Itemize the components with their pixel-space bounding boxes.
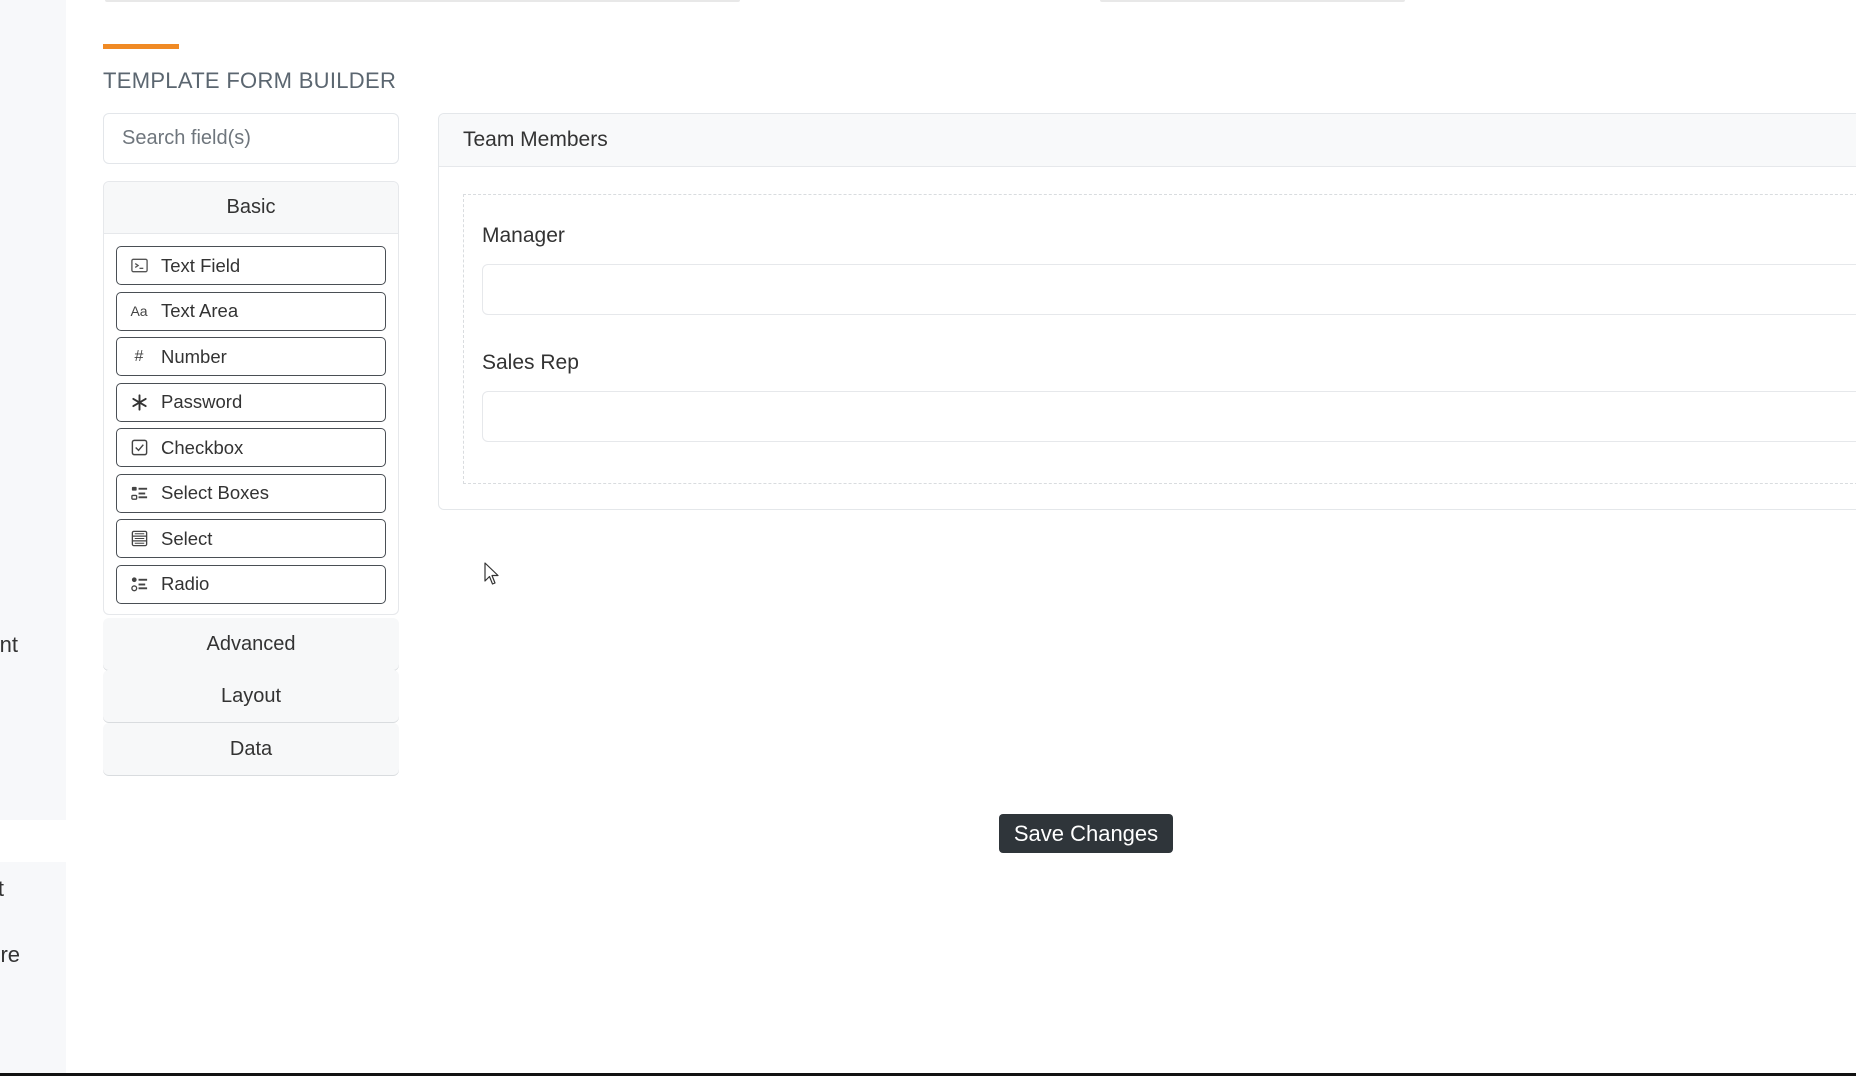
component-select-boxes[interactable]: Select Boxes xyxy=(116,473,386,513)
mouse-cursor-icon xyxy=(484,562,499,585)
component-label: Text Field xyxy=(161,254,241,276)
component-number[interactable]: # Number xyxy=(116,337,386,376)
component-text-area[interactable]: Aa Text Area xyxy=(116,291,386,331)
component-password[interactable]: Password xyxy=(116,382,386,422)
top-divider xyxy=(105,0,740,2)
terminal-icon xyxy=(129,256,149,276)
component-label: Radio xyxy=(161,573,210,594)
left-panel-fragment: t re! xyxy=(0,862,66,1076)
component-label: Password xyxy=(161,391,243,412)
component-label: Checkbox xyxy=(161,436,244,458)
left-sidebar-fragment: nt xyxy=(0,0,66,820)
component-radio[interactable]: Radio xyxy=(116,564,386,604)
form-panel-team-members: Team Members Manager Sales Rep xyxy=(438,113,1856,510)
panel-title[interactable]: Team Members xyxy=(439,114,1856,167)
palette-group-basic: Basic Text Field Aa Text Area # Number P… xyxy=(103,181,399,615)
title-accent-bar xyxy=(103,44,179,49)
list-check-icon xyxy=(129,483,149,503)
hash-icon: # xyxy=(134,347,144,365)
group-header-basic[interactable]: Basic xyxy=(104,182,398,234)
component-checkbox[interactable]: Checkbox xyxy=(116,428,386,467)
basic-components-list: Text Field Aa Text Area # Number Passwor… xyxy=(104,234,398,604)
group-header-layout[interactable]: Layout xyxy=(103,670,399,722)
list-ul-icon xyxy=(129,574,149,594)
sales-rep-input[interactable] xyxy=(482,391,1856,442)
component-select[interactable]: Select xyxy=(116,519,386,558)
palette-group-data: Data xyxy=(103,723,399,775)
palette-group-layout: Layout xyxy=(103,670,399,722)
component-label: Select Boxes xyxy=(161,482,269,503)
check-square-icon xyxy=(129,438,149,458)
panel-text-fragment: re! xyxy=(0,942,20,967)
search-fields-input[interactable] xyxy=(103,113,399,164)
component-label: Select xyxy=(161,527,213,549)
panel-text-fragment: t xyxy=(0,876,4,901)
group-header-data[interactable]: Data xyxy=(103,723,399,775)
font-icon: Aa xyxy=(130,303,148,319)
screen: nt t re! TEMPLATE FORM BUILDER Basic Tex… xyxy=(0,0,1856,1076)
field-label-sales-rep: Sales Rep xyxy=(482,351,579,374)
page-title: TEMPLATE FORM BUILDER xyxy=(103,68,397,93)
save-changes-button[interactable]: Save Changes xyxy=(999,814,1173,853)
sidebar-text-fragment: nt xyxy=(0,632,18,657)
field-label-manager: Manager xyxy=(482,224,565,247)
component-label: Text Area xyxy=(161,300,239,321)
palette-group-advanced: Advanced xyxy=(103,618,399,670)
form-dropzone[interactable]: Manager Sales Rep xyxy=(463,194,1856,484)
th-list-icon xyxy=(129,529,149,549)
component-text-field[interactable]: Text Field xyxy=(116,246,386,285)
asterisk-icon xyxy=(129,392,149,412)
component-label: Number xyxy=(161,345,227,367)
group-header-advanced[interactable]: Advanced xyxy=(103,618,399,670)
manager-input[interactable] xyxy=(482,264,1856,315)
top-divider xyxy=(1100,0,1405,2)
